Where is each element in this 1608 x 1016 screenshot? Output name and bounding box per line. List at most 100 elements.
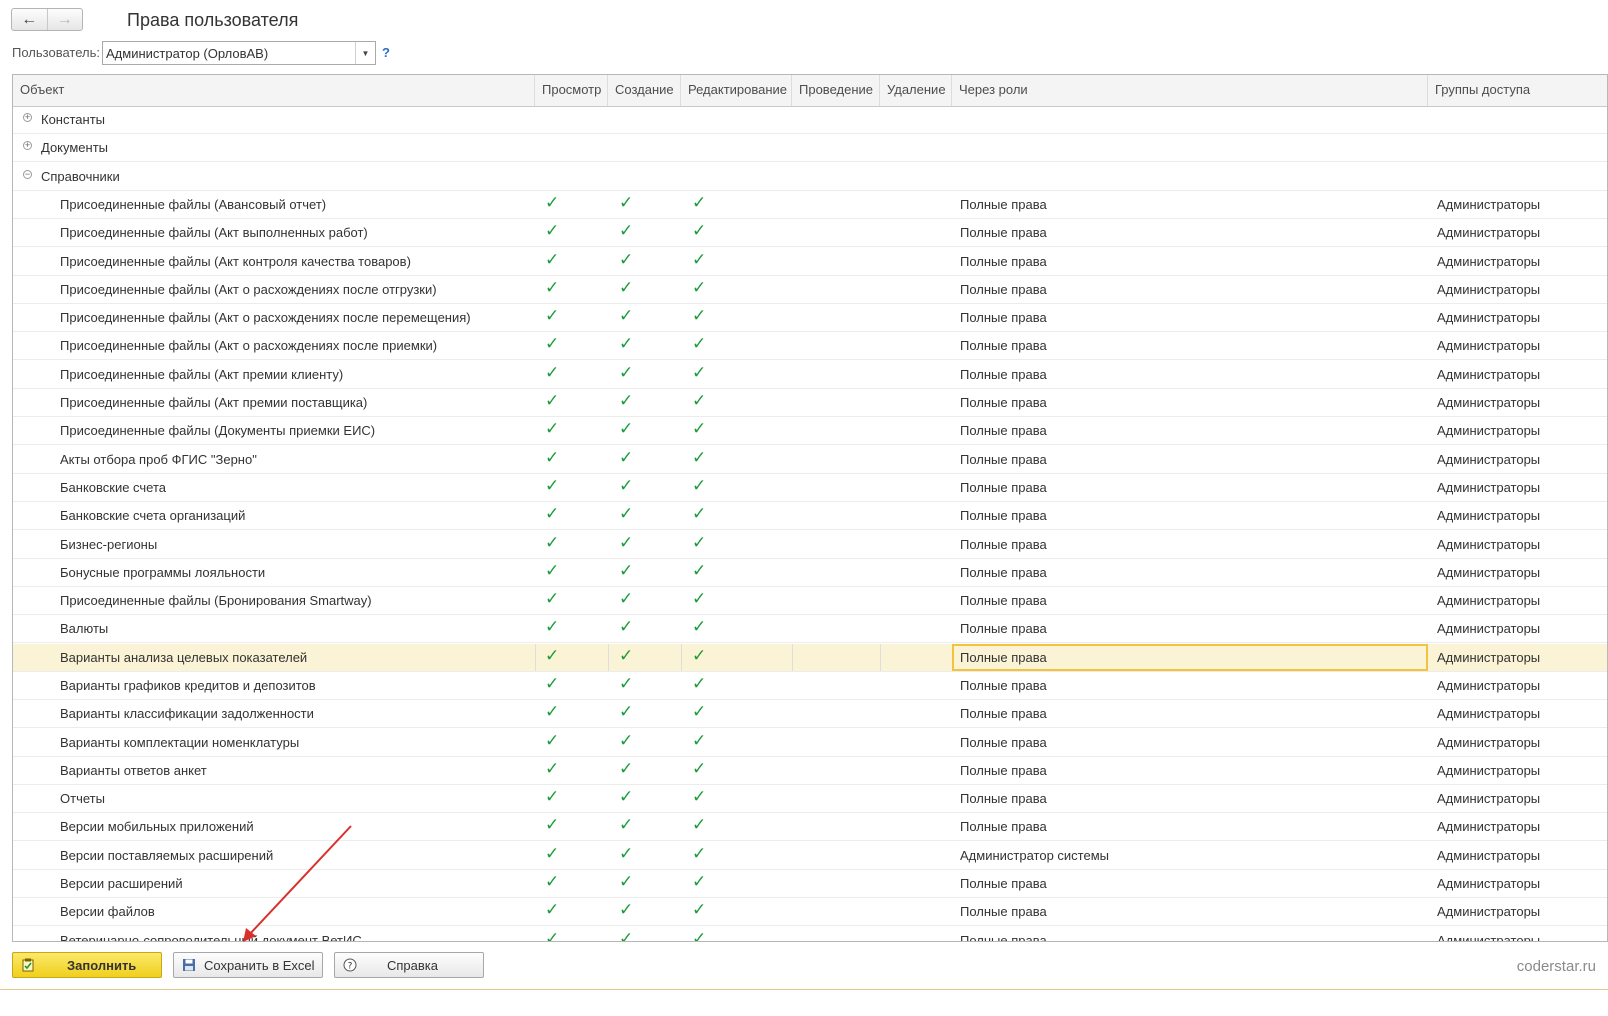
roles-cell: Полные права <box>960 367 1047 382</box>
table-row[interactable]: Ветеринарно-сопроводительный документ Ве… <box>13 927 1607 942</box>
object-name: Банковские счета <box>60 480 167 495</box>
save-excel-button[interactable]: Сохранить в Excel <box>173 952 323 978</box>
roles-cell: Полные права <box>960 282 1047 297</box>
check-icon: ✓ <box>692 731 707 750</box>
roles-cell: Полные права <box>960 565 1047 580</box>
access-groups-cell: Администраторы <box>1437 819 1541 834</box>
table-row[interactable]: Присоединенные файлы (Акт о расхождениях… <box>13 304 1607 332</box>
column-header[interactable]: Редактирование <box>681 75 792 106</box>
expand-icon[interactable]: + <box>23 113 32 122</box>
check-icon: ✓ <box>545 448 560 467</box>
history-nav: ← → <box>11 8 83 31</box>
roles-cell: Полные права <box>960 423 1047 438</box>
table-row[interactable]: Бонусные программы лояльности ✓ ✓ ✓ Полные п… <box>13 559 1607 587</box>
table-row[interactable]: Варианты анализа целевых показателей ✓ ✓ ✓ П… <box>13 644 1607 672</box>
object-name: Присоединенные файлы (Акт о расхождениях… <box>60 310 471 325</box>
check-icon: ✓ <box>545 872 560 891</box>
table-row[interactable]: Варианты классификации задолженности ✓ ✓ ✓ П… <box>13 700 1607 728</box>
object-name: Ветеринарно-сопроводительный документ Ве… <box>60 933 362 942</box>
access-groups-cell: Администраторы <box>1437 848 1541 863</box>
check-icon: ✓ <box>692 221 707 240</box>
group-row[interactable]: + Документы <box>13 134 1607 162</box>
access-groups-cell: Администраторы <box>1437 452 1541 467</box>
check-icon: ✓ <box>619 787 634 806</box>
check-icon: ✓ <box>619 702 634 721</box>
check-icon: ✓ <box>619 589 634 608</box>
table-row[interactable]: Присоединенные файлы (Акт выполненных ра… <box>13 219 1607 247</box>
dropdown-arrow-icon[interactable]: ▼ <box>355 42 375 64</box>
column-header[interactable]: Удаление <box>880 75 952 106</box>
access-groups-cell: Администраторы <box>1437 621 1541 636</box>
access-groups-cell: Администраторы <box>1437 565 1541 580</box>
check-icon: ✓ <box>545 900 560 919</box>
table-row[interactable]: Версии поставляемых расширений ✓ ✓ ✓ Админис… <box>13 842 1607 870</box>
roles-cell: Полные права <box>960 763 1047 778</box>
table-row[interactable]: Банковские счета организаций ✓ ✓ ✓ Полные пр… <box>13 502 1607 530</box>
roles-cell: Полные права <box>960 791 1047 806</box>
roles-cell: Полные права <box>960 904 1047 919</box>
roles-cell: Полные права <box>960 508 1047 523</box>
group-row[interactable]: + Константы <box>13 106 1607 134</box>
table-row[interactable]: Версии мобильных приложений ✓ ✓ ✓ Полные пра… <box>13 813 1607 841</box>
table-row[interactable]: Присоединенные файлы (Акт о расхождениях… <box>13 276 1607 304</box>
table-row[interactable]: Версии расширений ✓ ✓ ✓ Полные права Админист… <box>13 870 1607 898</box>
forward-arrow-icon[interactable]: → <box>48 9 83 30</box>
table-row[interactable]: Банковские счета ✓ ✓ ✓ Полные права Администр… <box>13 474 1607 502</box>
check-icon: ✓ <box>692 844 707 863</box>
table-row[interactable]: Версии файлов ✓ ✓ ✓ Полные права Администрато… <box>13 898 1607 926</box>
group-row[interactable]: − Справочники <box>13 163 1607 191</box>
table-row[interactable]: Присоединенные файлы (Акт премии клиенту… <box>13 361 1607 389</box>
access-groups-cell: Администраторы <box>1437 480 1541 495</box>
rights-table: Объект Просмотр Создание Редактирование Пров… <box>12 74 1608 942</box>
column-header[interactable]: Объект <box>13 75 535 106</box>
table-row[interactable]: Варианты комплектации номенклатуры ✓ ✓ ✓ Пол… <box>13 729 1607 757</box>
table-row[interactable]: Отчеты ✓ ✓ ✓ Полные права Администраторы <box>13 785 1607 813</box>
column-header[interactable]: Просмотр <box>535 75 608 106</box>
roles-cell: Полные права <box>960 537 1047 552</box>
table-row[interactable]: Присоединенные файлы (Бронирования Smart… <box>13 587 1607 615</box>
roles-cell: Полные права <box>960 735 1047 750</box>
help-question-icon[interactable]: ? <box>382 45 390 60</box>
back-arrow-icon[interactable]: ← <box>12 9 48 30</box>
help-button[interactable]: ? Справка <box>334 952 484 978</box>
cell-divider <box>792 644 793 671</box>
roles-cell: Полные права <box>960 338 1047 353</box>
column-header[interactable]: Группы доступа <box>1428 75 1607 106</box>
window-title: Права пользователя <box>127 10 299 30</box>
table-row[interactable]: Присоединенные файлы (Акт контроля качес… <box>13 248 1607 276</box>
bottom-divider <box>0 989 1608 990</box>
collapse-icon[interactable]: − <box>23 170 32 179</box>
column-header[interactable]: Через роли <box>952 75 1428 106</box>
table-row[interactable]: Присоединенные файлы (Акт о расхождениях… <box>13 332 1607 360</box>
fill-button[interactable]: Заполнить <box>12 952 162 978</box>
table-row[interactable]: Присоединенные файлы (Документы приемки … <box>13 417 1607 445</box>
user-select[interactable]: Администратор (ОрловАВ) ▼ <box>102 41 376 65</box>
table-row[interactable]: Акты отбора проб ФГИС "Зерно" ✓ ✓ ✓ Полные п… <box>13 446 1607 474</box>
object-name: Присоединенные файлы (Документы приемки … <box>60 423 376 438</box>
expand-icon[interactable]: + <box>23 141 32 150</box>
access-groups-cell: Администраторы <box>1437 282 1541 297</box>
check-icon: ✓ <box>619 929 634 942</box>
roles-cell: Полные права <box>960 819 1047 834</box>
check-icon: ✓ <box>619 391 634 410</box>
roles-cell: Полные права <box>960 452 1047 467</box>
table-row[interactable]: Бизнес-регионы ✓ ✓ ✓ Полные права Администрат… <box>13 531 1607 559</box>
object-name: Версии поставляемых расширений <box>60 848 274 863</box>
column-header[interactable]: Создание <box>608 75 681 106</box>
check-icon: ✓ <box>545 759 560 778</box>
cell-divider <box>681 644 682 671</box>
cell-divider <box>880 644 881 671</box>
table-row[interactable]: Варианты ответов анкет ✓ ✓ ✓ Полные права Адм… <box>13 757 1607 785</box>
roles-cell: Администратор системы <box>960 848 1109 863</box>
access-groups-cell: Администраторы <box>1437 933 1541 942</box>
check-icon: ✓ <box>545 617 560 636</box>
table-row[interactable]: Варианты графиков кредитов и депозитов ✓ ✓… <box>13 672 1607 700</box>
check-icon: ✓ <box>692 448 707 467</box>
table-row[interactable]: Присоединенные файлы (Акт премии поставщ… <box>13 389 1607 417</box>
table-row[interactable]: Присоединенные файлы (Авансовый отчет) ✓ ✓… <box>13 191 1607 219</box>
column-header[interactable]: Проведение <box>792 75 880 106</box>
fill-button-label: Заполнить <box>67 957 137 973</box>
check-icon: ✓ <box>619 731 634 750</box>
object-name: Присоединенные файлы (Авансовый отчет) <box>60 197 327 212</box>
table-row[interactable]: Валюты ✓ ✓ ✓ Полные права Администраторы <box>13 615 1607 643</box>
